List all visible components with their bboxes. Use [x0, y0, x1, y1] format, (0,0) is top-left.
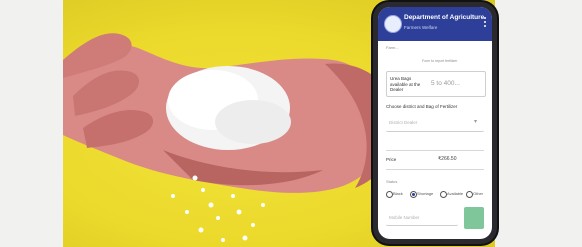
- emblem-icon: [384, 15, 402, 33]
- district-label: Choose district and Bag of Fertilizer: [386, 104, 458, 109]
- chevron-down-icon: ▾: [474, 119, 478, 125]
- submit-button[interactable]: [464, 207, 484, 229]
- form-hint: Farm...: [386, 45, 399, 50]
- radio-black[interactable]: [386, 191, 393, 198]
- divider: [386, 150, 484, 151]
- form-hint-right: Form to report fertilizer: [422, 59, 458, 63]
- status-radio-group: Black Shortage Available Other: [386, 191, 486, 199]
- urea-bags-field[interactable]: Urea Bags available at the Dealer 5 to 4…: [386, 71, 486, 97]
- app-title: Department of Agriculture: [404, 14, 485, 21]
- radio-shortage[interactable]: [410, 191, 417, 198]
- status-caption: Status: [386, 179, 398, 184]
- radio-available[interactable]: [440, 191, 447, 198]
- mobile-number-input[interactable]: Mobile Number: [386, 211, 458, 226]
- divider: [386, 169, 484, 170]
- smartphone: Department of Agriculture Farmers Welfar…: [373, 2, 497, 244]
- price-value: ₹266.50: [438, 156, 457, 162]
- radio-other-label: Other: [473, 191, 484, 196]
- article-image: Department of Agriculture Farmers Welfar…: [0, 0, 582, 247]
- phone-screen: Department of Agriculture Farmers Welfar…: [378, 7, 492, 239]
- district-dropdown[interactable]: District Dealer ▾: [386, 115, 484, 132]
- district-dropdown-value: District Dealer: [389, 120, 418, 125]
- price-label: Price: [386, 157, 397, 162]
- radio-other[interactable]: [466, 191, 473, 198]
- app-subtitle: Farmers Welfare: [404, 25, 438, 30]
- more-menu-icon[interactable]: [484, 17, 487, 29]
- radio-black-label: Black: [393, 191, 403, 196]
- mobile-number-placeholder: Mobile Number: [389, 215, 420, 220]
- urea-bags-value: 5 to 400...: [431, 80, 460, 87]
- radio-shortage-label: Shortage: [417, 191, 434, 196]
- urea-bags-label: Urea Bags available at the Dealer: [390, 76, 421, 92]
- app-header: Department of Agriculture Farmers Welfar…: [378, 7, 492, 41]
- radio-available-label: Available: [447, 191, 464, 196]
